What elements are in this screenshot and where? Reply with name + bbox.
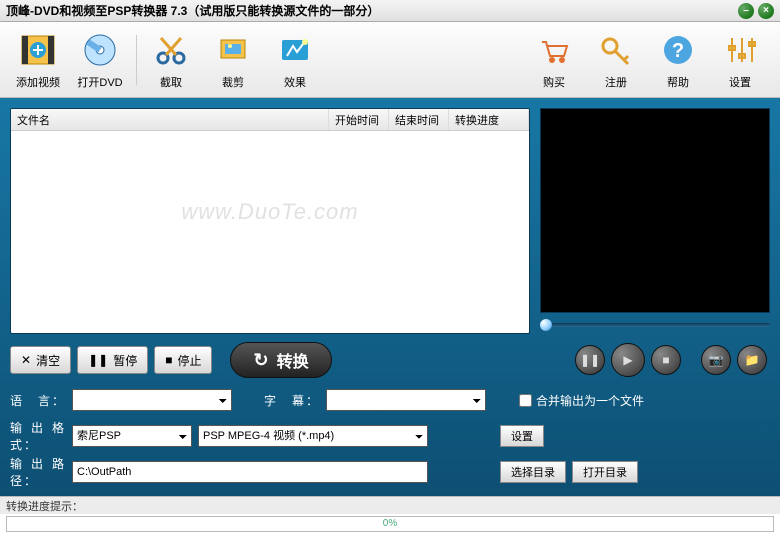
key-icon xyxy=(596,30,636,70)
path-row: 输出路径： 选择目录 打开目录 xyxy=(10,458,770,486)
progress-bar: 0% xyxy=(6,516,774,532)
toolbar: 添加视频 打开DVD 截取 裁剪 效果 购买 注册 ? 帮助 设置 xyxy=(0,22,780,98)
help-button[interactable]: ? 帮助 xyxy=(648,30,708,90)
crop-icon xyxy=(213,30,253,70)
convert-label: 转换 xyxy=(277,348,309,372)
subtitle-select[interactable] xyxy=(326,389,486,411)
play-stop-button[interactable]: ■ xyxy=(651,345,681,375)
lang-label: 语 言： xyxy=(10,392,66,409)
effect-icon xyxy=(275,30,315,70)
merge-input[interactable] xyxy=(519,394,532,407)
preview-panel xyxy=(540,108,770,334)
settings-label: 设置 xyxy=(710,74,770,90)
register-button[interactable]: 注册 xyxy=(586,30,646,90)
format-row: 输出格式： 索尼PSP PSP MPEG-4 视频 (*.mp4) 设置 xyxy=(10,422,770,450)
col-filename[interactable]: 文件名 xyxy=(11,109,329,130)
svg-text:?: ? xyxy=(672,40,684,62)
control-row: ✕ 清空 ❚❚ 暂停 ■ 停止 ↻ 转换 ❚❚ ▶ ■ 📷 📁 xyxy=(10,342,770,379)
merge-checkbox[interactable]: 合并输出为一个文件 xyxy=(519,392,644,409)
format-settings-button[interactable]: 设置 xyxy=(500,425,544,447)
slider-thumb[interactable] xyxy=(540,319,552,331)
format-select[interactable]: PSP MPEG-4 视频 (*.mp4) xyxy=(198,425,428,447)
list-header: 文件名 开始时间 结束时间 转换进度 xyxy=(11,109,529,131)
stop-button[interactable]: ■ 停止 xyxy=(154,346,212,374)
minimize-button[interactable]: – xyxy=(738,3,754,19)
close-button[interactable]: × xyxy=(758,3,774,19)
progress-text: 0% xyxy=(383,518,397,529)
cart-icon xyxy=(534,30,574,70)
output-path-input[interactable] xyxy=(72,461,428,483)
status-label: 转换进度提示： xyxy=(6,498,83,514)
window-title: 顶峰-DVD和视频至PSP转换器 7.3（试用版只能转换源文件的一部分） xyxy=(6,2,734,19)
col-progress[interactable]: 转换进度 xyxy=(449,109,529,130)
play-button[interactable]: ▶ xyxy=(611,343,645,377)
snapshot-button[interactable]: 📷 xyxy=(701,345,731,375)
refresh-icon: ↻ xyxy=(253,350,268,371)
watermark-text: www.DuoTe.com xyxy=(181,199,358,225)
buy-button[interactable]: 购买 xyxy=(524,30,584,90)
device-select[interactable]: 索尼PSP xyxy=(72,425,192,447)
help-icon: ? xyxy=(658,30,698,70)
cut-label: 截取 xyxy=(141,74,201,90)
play-pause-button[interactable]: ❚❚ xyxy=(575,345,605,375)
help-label: 帮助 xyxy=(648,74,708,90)
stop-label: 停止 xyxy=(177,352,201,369)
dvd-icon xyxy=(80,30,120,70)
scissors-icon xyxy=(151,30,191,70)
format-label: 输出格式： xyxy=(10,419,66,453)
buy-label: 购买 xyxy=(524,74,584,90)
language-select[interactable] xyxy=(72,389,232,411)
open-dvd-label: 打开DVD xyxy=(70,74,130,90)
open-dvd-button[interactable]: 打开DVD xyxy=(70,30,130,90)
effect-label: 效果 xyxy=(265,74,325,90)
pause-button[interactable]: ❚❚ 暂停 xyxy=(77,346,148,374)
convert-button[interactable]: ↻ 转换 xyxy=(230,342,331,378)
settings-button[interactable]: 设置 xyxy=(710,30,770,90)
cut-button[interactable]: 截取 xyxy=(141,30,201,90)
lang-row: 语 言： 字 幕： 合并输出为一个文件 xyxy=(10,387,770,414)
main-panel: 文件名 开始时间 结束时间 转换进度 www.DuoTe.com ✕ 清空 ❚❚ 暂… xyxy=(0,98,780,496)
effect-button[interactable]: 效果 xyxy=(265,30,325,90)
film-add-icon xyxy=(18,30,58,70)
add-video-label: 添加视频 xyxy=(8,74,68,90)
path-label: 输出路径： xyxy=(10,455,66,489)
clear-button[interactable]: ✕ 清空 xyxy=(10,346,71,374)
clear-label: 清空 xyxy=(36,352,60,369)
col-start[interactable]: 开始时间 xyxy=(329,109,389,130)
col-end[interactable]: 结束时间 xyxy=(389,109,449,130)
video-preview xyxy=(540,108,770,313)
separator xyxy=(136,35,137,85)
list-body[interactable]: www.DuoTe.com xyxy=(11,131,529,333)
pause-label: 暂停 xyxy=(113,352,137,369)
open-folder-button[interactable]: 📁 xyxy=(737,345,767,375)
file-list: 文件名 开始时间 结束时间 转换进度 www.DuoTe.com xyxy=(10,108,530,334)
pause-icon: ❚❚ xyxy=(88,353,108,367)
merge-label: 合并输出为一个文件 xyxy=(536,392,644,409)
register-label: 注册 xyxy=(586,74,646,90)
open-dir-button[interactable]: 打开目录 xyxy=(572,461,638,483)
stop-icon: ■ xyxy=(165,353,172,367)
tools-icon xyxy=(720,30,760,70)
title-bar: 顶峰-DVD和视频至PSP转换器 7.3（试用版只能转换源文件的一部分） – × xyxy=(0,0,780,22)
playback-controls: ❚❚ ▶ ■ 📷 📁 xyxy=(572,343,770,377)
add-video-button[interactable]: 添加视频 xyxy=(8,30,68,90)
crop-button[interactable]: 裁剪 xyxy=(203,30,263,90)
x-icon: ✕ xyxy=(21,353,31,367)
status-bar: 转换进度提示： xyxy=(0,496,780,514)
browse-button[interactable]: 选择目录 xyxy=(500,461,566,483)
crop-label: 裁剪 xyxy=(203,74,263,90)
seek-slider[interactable] xyxy=(540,316,770,334)
subtitle-label: 字 幕： xyxy=(264,392,320,409)
